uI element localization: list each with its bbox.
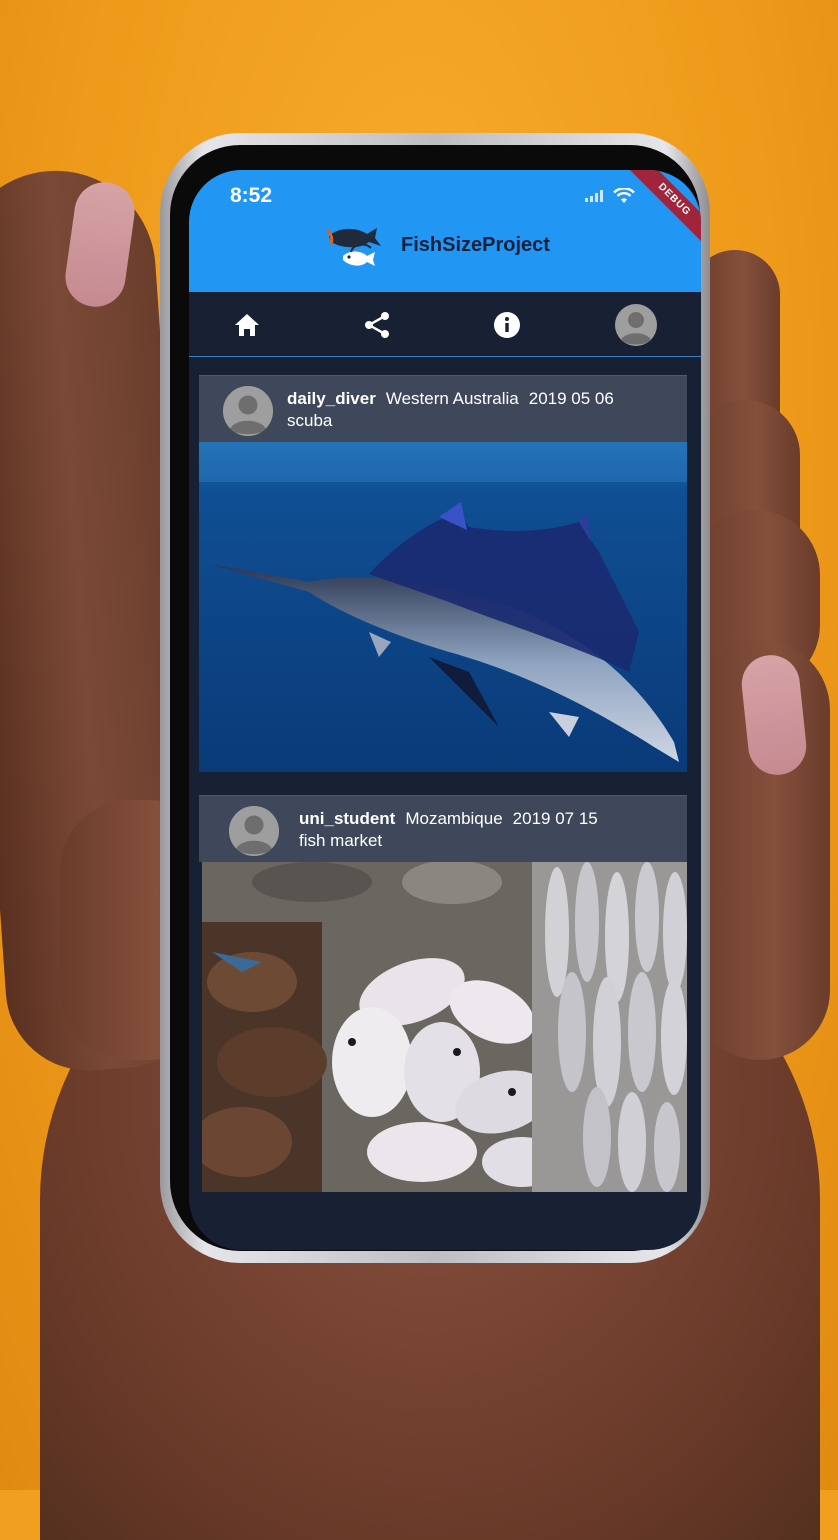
post-header: daily_diver Western Australia 2019 05 06 s…	[199, 375, 687, 442]
avatar-icon	[229, 806, 279, 856]
post-location: Mozambique	[405, 809, 503, 828]
phone-frame: 8:52 DEBUG FishSizeProject daily_diver W…	[160, 133, 710, 1263]
avatar[interactable]	[223, 386, 273, 436]
app-title: FishSizeProject	[401, 233, 550, 256]
post-date: 2019 05 06	[528, 389, 614, 408]
phone-screen: 8:52 DEBUG FishSizeProject daily_diver W…	[189, 170, 701, 1250]
avatar[interactable]	[229, 806, 279, 856]
nav-bar	[189, 292, 701, 357]
post-card[interactable]: daily_diver Western Australia 2019 05 06 s…	[199, 375, 687, 772]
info-icon	[494, 312, 520, 338]
avatar-icon	[615, 304, 657, 346]
app-brand: FishSizeProject	[325, 222, 550, 268]
post-image-sailfish[interactable]	[199, 442, 687, 772]
post-method: scuba	[287, 411, 333, 430]
home-icon	[235, 314, 259, 336]
fish-market-image	[202, 862, 687, 1192]
post-meta: uni_student Mozambique 2019 07 15	[299, 809, 598, 829]
post-location: Western Australia	[385, 389, 519, 408]
post-meta: daily_diver Western Australia 2019 05 06	[287, 389, 614, 409]
post-header: uni_student Mozambique 2019 07 15 fish mar…	[199, 795, 687, 862]
fish-logo-icon	[325, 228, 381, 266]
nav-home-button[interactable]	[226, 304, 268, 346]
sailfish-image	[199, 442, 687, 772]
status-time: 8:52	[230, 184, 273, 207]
debug-ribbon: DEBUG	[628, 170, 701, 246]
post-card[interactable]: uni_student Mozambique 2019 07 15 fish mar…	[199, 795, 687, 1192]
app-bar: 8:52 DEBUG FishSizeProject	[189, 170, 701, 292]
post-date: 2019 07 15	[512, 809, 598, 828]
post-method: fish market	[299, 831, 383, 850]
nav-profile-button[interactable]	[615, 304, 657, 346]
signal-icon	[585, 190, 603, 202]
post-username[interactable]: uni_student	[299, 809, 395, 828]
post-username[interactable]: daily_diver	[287, 389, 376, 408]
wifi-icon	[613, 188, 635, 203]
post-image-fish-market[interactable]	[202, 862, 687, 1192]
nav-share-button[interactable]	[356, 304, 398, 346]
share-icon	[365, 312, 389, 338]
phone-bezel: 8:52 DEBUG FishSizeProject daily_diver W…	[170, 145, 701, 1251]
nav-info-button[interactable]	[486, 304, 528, 346]
status-icons	[585, 188, 635, 204]
avatar-icon	[223, 386, 273, 436]
